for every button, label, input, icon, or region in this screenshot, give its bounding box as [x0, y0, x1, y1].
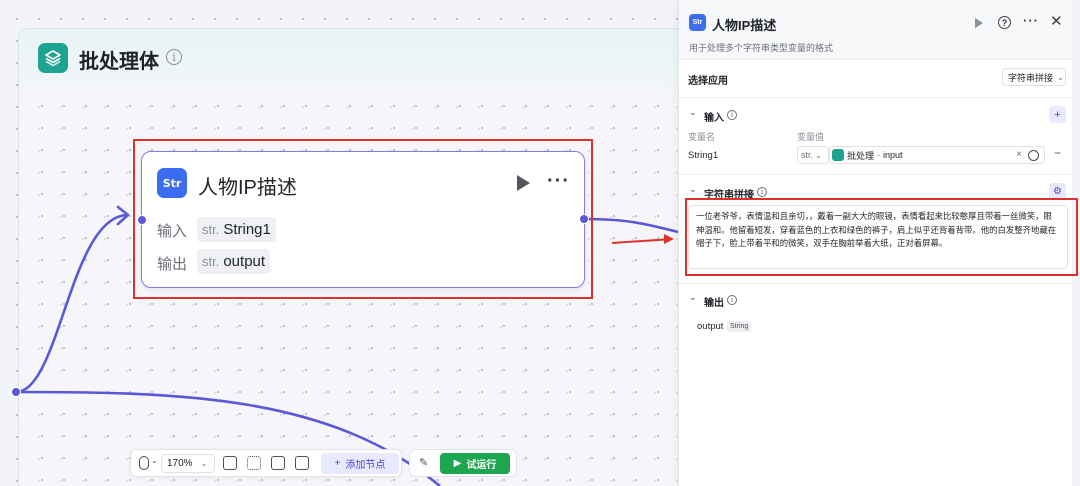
add-node-label: 添加节点 [345, 460, 386, 471]
image-icon[interactable] [271, 456, 285, 470]
batch-input-port[interactable] [11, 387, 21, 397]
node-output-chip: str. output [197, 249, 271, 274]
node-input-port[interactable] [137, 215, 147, 225]
select-app-value: 字符串拼接 [1008, 72, 1054, 83]
chip-type: str. [202, 254, 220, 269]
output-type-badge: String [727, 321, 752, 332]
string-node-icon: Str [157, 168, 187, 198]
grid-icon[interactable] [247, 456, 261, 470]
canvas-toolbar: ⌄ 170% ⌄ + 添加节点 [130, 449, 402, 477]
play-icon: ▶ [453, 458, 462, 469]
node-input-chip: str. String1 [197, 217, 276, 242]
chevron-down-icon: ⌄ [200, 459, 208, 468]
node-input-label: 输入 [157, 223, 188, 240]
separator: - [877, 150, 881, 160]
info-icon[interactable]: i [757, 187, 767, 197]
var-source: 批处理 [847, 150, 875, 161]
string-node-icon: Str [689, 14, 706, 31]
remove-variable-icon[interactable]: − [1054, 146, 1061, 160]
add-node-button[interactable]: + 添加节点 [321, 453, 399, 474]
edge-batch-to-node [15, 213, 129, 394]
panel-subtitle: 用于处理多个字符串类型变量的格式 [689, 43, 834, 53]
play-icon[interactable] [517, 175, 530, 191]
output-var-name: output [697, 321, 724, 332]
more-icon[interactable]: ··· [547, 170, 570, 193]
mouse-icon[interactable] [139, 456, 149, 470]
zoom-value: 170% [167, 458, 193, 469]
info-icon[interactable]: i [727, 110, 737, 120]
var-type-select[interactable]: str. ⌄ [797, 146, 829, 164]
comment-icon[interactable] [223, 456, 237, 470]
node-output-label: 输出 [157, 256, 188, 273]
close-icon[interactable]: ✕ [1050, 12, 1063, 30]
divider [679, 174, 1073, 175]
minimap-icon[interactable] [295, 456, 309, 470]
divider [679, 97, 1073, 98]
annotation-arrow [611, 238, 673, 244]
node-title: 人物IP描述 [198, 177, 297, 199]
zoom-select[interactable]: 170% ⌄ [161, 454, 215, 473]
wrench-icon[interactable]: ✎ [419, 456, 428, 469]
var-value-select[interactable]: 批处理 - input × [829, 146, 1045, 164]
chip-type: str. [202, 222, 220, 237]
target-icon[interactable] [1028, 150, 1039, 161]
test-run-label: 试运行 [466, 460, 497, 471]
divider [679, 283, 1073, 284]
col-var-name: 变量名 [688, 132, 716, 142]
chevron-down-icon[interactable]: ⌄ [151, 456, 158, 465]
highlight-box-textarea [685, 198, 1078, 276]
collapse-chevron-icon[interactable]: ⌄ [689, 292, 697, 303]
collapse-chevron-icon[interactable]: ⌄ [689, 184, 697, 195]
layers-icon [832, 149, 844, 161]
input-section-title: 输入 [704, 113, 724, 124]
chevron-down-icon: ⌄ [1057, 72, 1064, 82]
run-toolbar: ✎ ▶ 试运行 [409, 449, 517, 477]
node-output-port[interactable] [579, 214, 589, 224]
test-run-button[interactable]: ▶ 试运行 [440, 453, 510, 474]
chevron-down-icon: ⌄ [815, 150, 822, 160]
select-app-dropdown[interactable]: 字符串拼接 ⌄ [1002, 68, 1066, 86]
clear-icon[interactable]: × [1016, 149, 1022, 160]
panel-header: Str 人物IP描述 ? ··· ✕ 用于处理多个字符串类型变量的格式 [679, 0, 1073, 60]
var-name-string1[interactable]: String1 [688, 150, 718, 161]
add-variable-button[interactable]: + [1049, 106, 1066, 123]
select-app-label: 选择应用 [688, 76, 728, 87]
help-icon[interactable]: ? [998, 16, 1011, 29]
chip-name: String1 [223, 221, 271, 238]
panel-title[interactable]: 人物IP描述 [712, 15, 776, 34]
node-person-ip[interactable]: Str 人物IP描述 ··· 输入 str. String1 输出 str. o… [141, 151, 585, 288]
chip-name: output [223, 253, 266, 270]
output-section-title: 输出 [704, 298, 724, 309]
var-type-value: str. [801, 150, 814, 160]
play-icon[interactable] [975, 18, 983, 28]
collapse-chevron-icon[interactable]: ⌄ [689, 107, 697, 118]
var-field: input [883, 150, 903, 160]
col-var-value: 变量值 [797, 132, 825, 142]
edge-node-out [584, 217, 679, 234]
plus-icon: + [334, 458, 341, 469]
more-icon[interactable]: ··· [1023, 13, 1039, 28]
annotation-arrow-head [664, 234, 674, 244]
info-icon[interactable]: i [727, 295, 737, 305]
